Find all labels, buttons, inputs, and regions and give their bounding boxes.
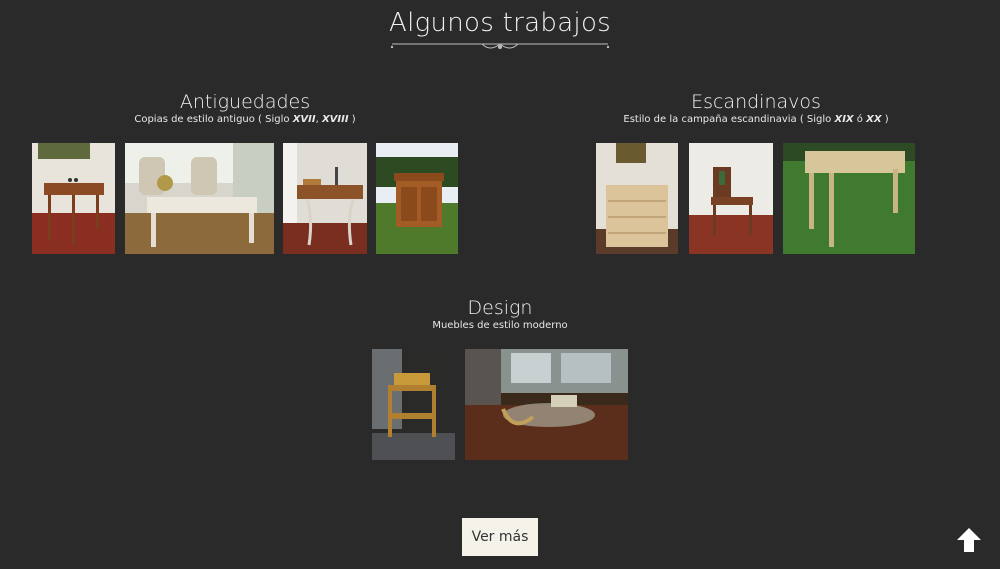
photo-scandi-chair[interactable]	[689, 143, 773, 254]
photo-scandi-dresser[interactable]	[596, 143, 678, 254]
photo-antique-coffee-table[interactable]	[125, 143, 274, 254]
section-subtitle: Copias de estilo antiguo ( Siglo XVII, X…	[134, 114, 356, 125]
photo-design-glass-table[interactable]	[465, 349, 628, 460]
section-title: Escandinavos	[691, 91, 821, 113]
section-subtitle: Muebles de estilo moderno	[432, 320, 568, 331]
arrow-up-icon[interactable]	[956, 527, 982, 553]
section-escandinavos: Escandinavos Estilo de la campaña escand…	[540, 91, 972, 127]
section-title: Design	[467, 297, 533, 319]
page-title: Algunos trabajos	[388, 8, 612, 38]
photo-scandi-table[interactable]	[783, 143, 915, 254]
page-header: Algunos trabajos	[0, 8, 1000, 52]
photo-antique-console[interactable]	[283, 143, 367, 254]
section-antiguedades: Antiguedades Copias de estilo antiguo ( …	[30, 91, 460, 127]
photo-design-cart[interactable]	[372, 349, 455, 460]
ver-mas-button[interactable]: Ver más	[462, 518, 538, 556]
section-design: Design Muebles de estilo moderno	[300, 297, 700, 333]
photo-antique-cabinet[interactable]	[376, 143, 458, 254]
section-title: Antiguedades	[179, 91, 311, 113]
photo-antique-card-table[interactable]	[32, 143, 115, 254]
ornament-divider-icon	[390, 43, 610, 49]
section-subtitle: Estilo de la campaña escandinavia ( Sigl…	[623, 114, 889, 125]
